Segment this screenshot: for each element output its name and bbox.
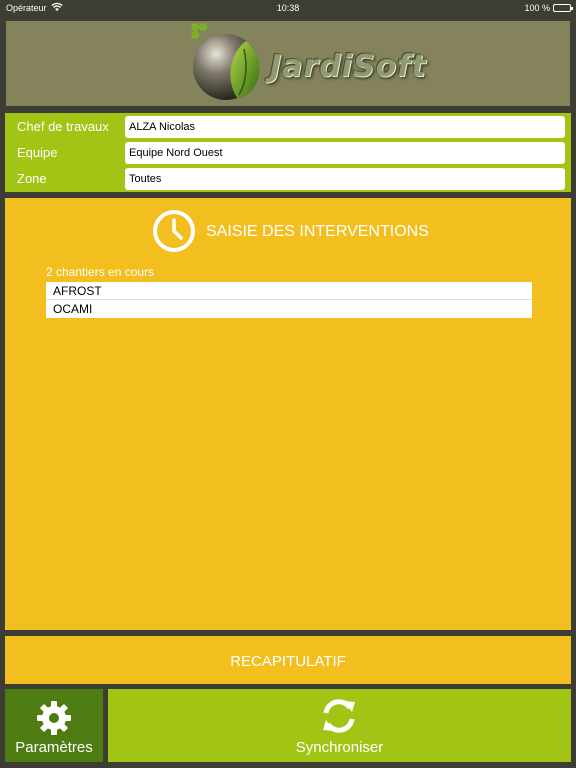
page-title: SAISIE DES INTERVENTIONS xyxy=(206,223,429,240)
chantiers-count: 2 chantiers en cours xyxy=(46,265,155,279)
params-label: Paramètres xyxy=(15,739,93,756)
equipe-label: Equipe xyxy=(17,145,58,160)
status-time: 10:38 xyxy=(276,3,300,13)
params-button[interactable]: Paramètres xyxy=(5,689,103,762)
recap-button[interactable]: RECAPITULATIF xyxy=(5,636,571,684)
info-row-zone: Zone Toutes xyxy=(5,167,571,191)
zone-label: Zone xyxy=(17,171,47,186)
equipe-field[interactable]: Equipe Nord Ouest xyxy=(125,142,565,164)
app-logo: JardiSoft xyxy=(186,21,426,106)
zone-field[interactable]: Toutes xyxy=(125,168,565,190)
gear-icon xyxy=(37,701,71,735)
chantiers-list: AFROST OCAMI xyxy=(46,282,532,318)
battery-icon xyxy=(553,4,573,12)
logo-icon xyxy=(191,23,260,100)
logo-text: JardiSoft xyxy=(270,49,427,84)
sync-label: Synchroniser xyxy=(295,739,384,756)
info-row-equipe: Equipe Equipe Nord Ouest xyxy=(5,141,571,165)
chef-label: Chef de travaux xyxy=(17,119,109,134)
battery-percent: 100 % xyxy=(524,3,550,13)
list-item[interactable]: OCAMI xyxy=(46,300,532,318)
chef-field[interactable]: ALZA Nicolas xyxy=(125,116,565,138)
info-row-chef: Chef de travaux ALZA Nicolas xyxy=(5,115,571,139)
list-item[interactable]: AFROST xyxy=(46,282,532,300)
status-bar: Opérateur 10:38 100 % xyxy=(0,0,576,16)
sync-icon xyxy=(323,699,355,733)
info-panel: Chef de travaux ALZA Nicolas Equipe Equi… xyxy=(5,113,571,192)
app-header: JardiSoft xyxy=(6,21,570,106)
sync-button[interactable]: Synchroniser xyxy=(108,689,571,762)
clock-icon xyxy=(153,210,195,252)
interventions-panel: SAISIE DES INTERVENTIONS 2 chantiers en … xyxy=(5,198,571,630)
